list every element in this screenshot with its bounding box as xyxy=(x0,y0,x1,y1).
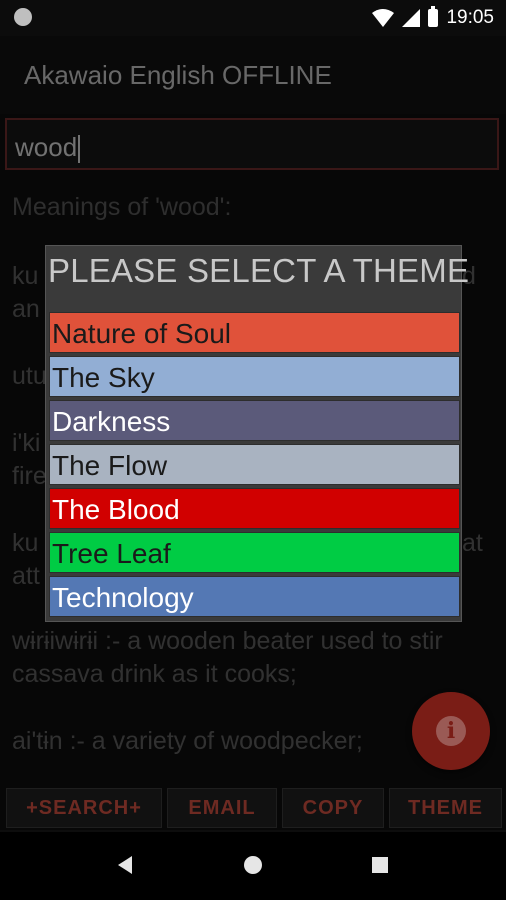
info-button[interactable]: i xyxy=(412,692,490,770)
theme-option[interactable]: Darkness xyxy=(49,400,460,441)
theme-option[interactable]: Nature of Soul xyxy=(49,312,460,353)
recent-apps-icon[interactable] xyxy=(372,857,388,873)
theme-list: Nature of Soul The Sky Darkness The Flow The… xyxy=(49,312,460,620)
wifi-icon xyxy=(372,9,395,27)
theme-option[interactable]: The Flow xyxy=(49,444,460,485)
search-button[interactable]: +SEARCH+ xyxy=(6,788,162,828)
email-button[interactable]: EMAIL xyxy=(167,788,277,828)
back-icon[interactable] xyxy=(118,856,132,874)
clock: 19:05 xyxy=(446,7,494,28)
info-icon: i xyxy=(436,716,466,746)
status-right: 19:05 xyxy=(372,6,494,30)
notification-dot-icon xyxy=(14,8,32,26)
theme-option[interactable]: The Blood xyxy=(49,488,460,529)
battery-icon xyxy=(428,6,439,27)
theme-option[interactable]: Technology xyxy=(49,576,460,617)
home-icon[interactable] xyxy=(244,856,262,874)
theme-option[interactable]: Tree Leaf xyxy=(49,532,460,573)
signal-icon xyxy=(402,9,421,27)
theme-dialog: PLEASE SELECT A THEME Nature of Soul The … xyxy=(45,245,469,622)
dialog-title: PLEASE SELECT A THEME xyxy=(48,252,470,289)
bottom-button-row: +SEARCH+ EMAIL COPY THEME xyxy=(6,788,502,828)
copy-button[interactable]: COPY xyxy=(282,788,384,828)
status-bar: 19:05 xyxy=(0,0,506,36)
navigation-bar xyxy=(0,832,506,900)
theme-button[interactable]: THEME xyxy=(389,788,502,828)
theme-option[interactable]: The Sky xyxy=(49,356,460,397)
